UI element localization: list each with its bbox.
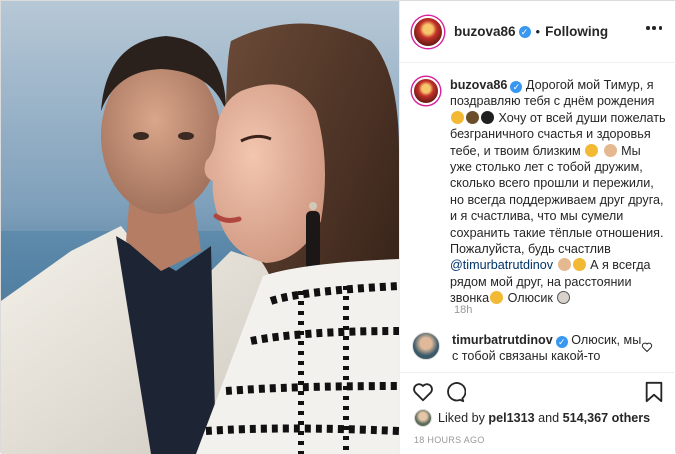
caption-part-3: Мы уже столько лет с тобой дружим, сколь… xyxy=(450,143,664,257)
comment-avatar[interactable] xyxy=(412,332,440,360)
emoji-pray-icon xyxy=(603,143,617,157)
photo-illustration xyxy=(1,1,399,454)
liker-username[interactable]: pel1313 xyxy=(488,411,534,425)
heart-icon[interactable] xyxy=(412,381,434,403)
caption-time[interactable]: 18h xyxy=(454,304,472,316)
instagram-post: buzova86 ✓ • Following buzova86 ✓ Дорогой… xyxy=(0,0,676,454)
separator-dot: • xyxy=(535,24,541,39)
emoji-party-icon xyxy=(466,110,479,124)
more-options-icon[interactable] xyxy=(646,26,662,30)
likes-summary: Liked by pel1313 and 514,367 others xyxy=(414,409,650,427)
caption-avatar[interactable] xyxy=(412,77,440,105)
likes-and: and xyxy=(538,411,560,425)
caption-text: buzova86 ✓ Дорогой мой Тимур, я поздравля… xyxy=(450,77,666,307)
emoji-pray-icon xyxy=(557,258,571,272)
caption-username[interactable]: buzova86 xyxy=(450,78,507,92)
liker-avatar[interactable] xyxy=(414,409,432,427)
post-side-panel: buzova86 ✓ • Following buzova86 ✓ Дорогой… xyxy=(399,1,676,454)
comment-item: timurbatrutdinov ✓ Олюсик, мы с тобой свя… xyxy=(412,332,667,365)
verified-badge-icon: ✓ xyxy=(518,25,531,38)
post-photo[interactable] xyxy=(1,1,399,454)
post-caption: buzova86 ✓ Дорогой мой Тимур, я поздравля… xyxy=(412,77,667,307)
emoji-girl-icon xyxy=(557,291,571,305)
post-header: buzova86 ✓ • Following xyxy=(400,1,676,63)
following-button[interactable]: Following xyxy=(545,24,608,39)
author-avatar[interactable] xyxy=(412,15,444,48)
comment-icon[interactable] xyxy=(444,381,466,403)
comment-username[interactable]: timurbatrutdinov xyxy=(452,333,553,347)
emoji-balloon-icon xyxy=(481,110,494,124)
author-username[interactable]: buzova86 xyxy=(454,24,516,39)
comment-like-heart-icon[interactable] xyxy=(641,341,653,353)
verified-badge-icon: ✓ xyxy=(555,336,568,348)
likes-prefix: Liked by xyxy=(438,411,485,425)
emoji-smile-icon xyxy=(490,291,504,305)
emoji-smile-icon xyxy=(451,110,464,124)
comment-text: timurbatrutdinov ✓ Олюсик, мы с тобой свя… xyxy=(452,332,642,365)
likes-count[interactable]: 514,367 others xyxy=(563,411,651,425)
bookmark-icon[interactable] xyxy=(644,381,664,403)
verified-badge-icon: ✓ xyxy=(510,81,523,93)
caption-part-5: Олюсик xyxy=(507,291,553,306)
emoji-hug-icon xyxy=(572,258,586,272)
emoji-smile-icon xyxy=(585,143,599,157)
action-bar xyxy=(400,372,676,414)
post-timestamp[interactable]: 18 HOURS AGO xyxy=(414,435,485,445)
mention-link[interactable]: @timurbatrutdinov xyxy=(450,258,553,272)
